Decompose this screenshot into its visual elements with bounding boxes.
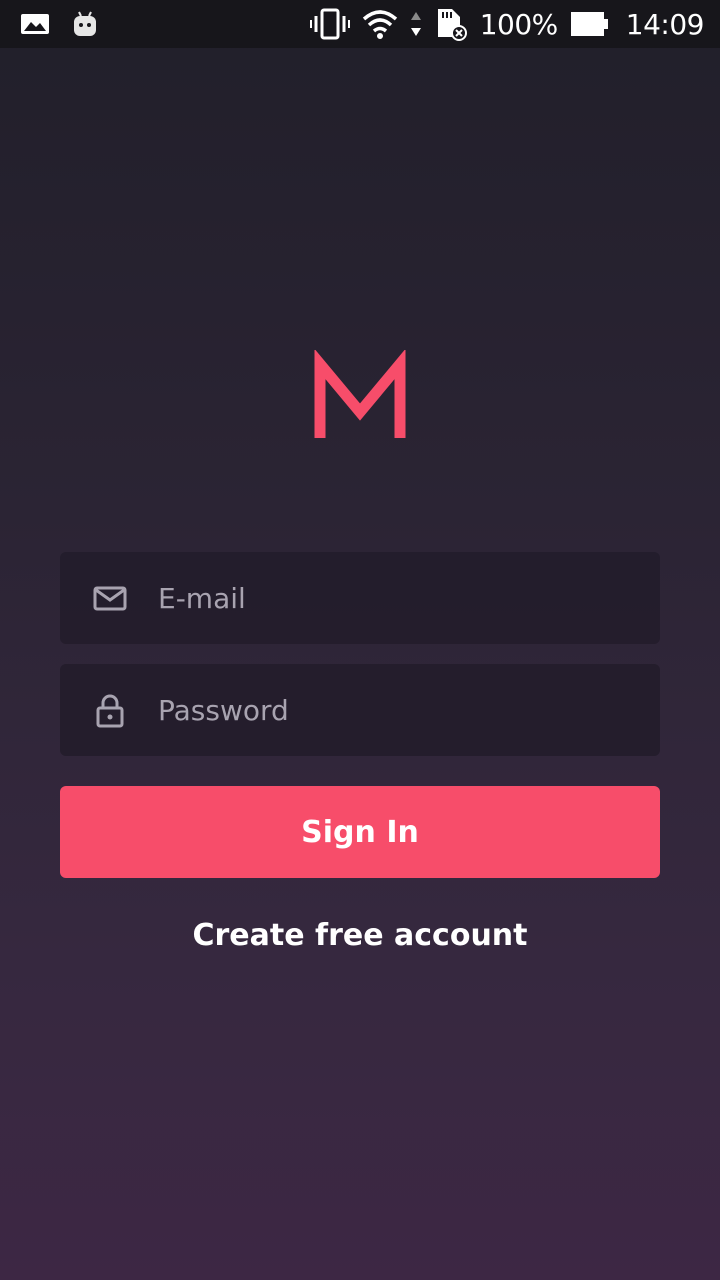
sign-in-label: Sign In — [301, 814, 419, 850]
email-input[interactable] — [158, 552, 638, 644]
sd-card-error-icon — [434, 7, 468, 41]
password-input[interactable] — [158, 664, 638, 756]
password-field[interactable] — [60, 664, 660, 756]
wifi-icon — [362, 8, 398, 40]
status-bar: 100% 14:09 — [0, 0, 720, 48]
vibrate-icon — [309, 8, 350, 40]
sign-in-button[interactable]: Sign In — [60, 786, 660, 878]
image-notification-icon — [20, 12, 50, 36]
battery-percent: 100% — [479, 7, 559, 41]
notification-area — [20, 8, 98, 40]
data-arrows-icon — [410, 10, 422, 38]
create-account-link[interactable]: Create free account — [0, 918, 720, 953]
battery-icon — [570, 11, 610, 37]
app-logo: M — [0, 348, 720, 450]
android-notification-icon — [72, 10, 98, 38]
system-status-area: 100% 14:09 — [309, 0, 705, 48]
m-logo-icon — [314, 348, 406, 438]
create-account-label: Create free account — [192, 918, 528, 953]
lock-icon — [92, 692, 128, 728]
clock: 14:09 — [625, 7, 705, 41]
mail-icon — [92, 580, 128, 616]
email-field[interactable] — [60, 552, 660, 644]
